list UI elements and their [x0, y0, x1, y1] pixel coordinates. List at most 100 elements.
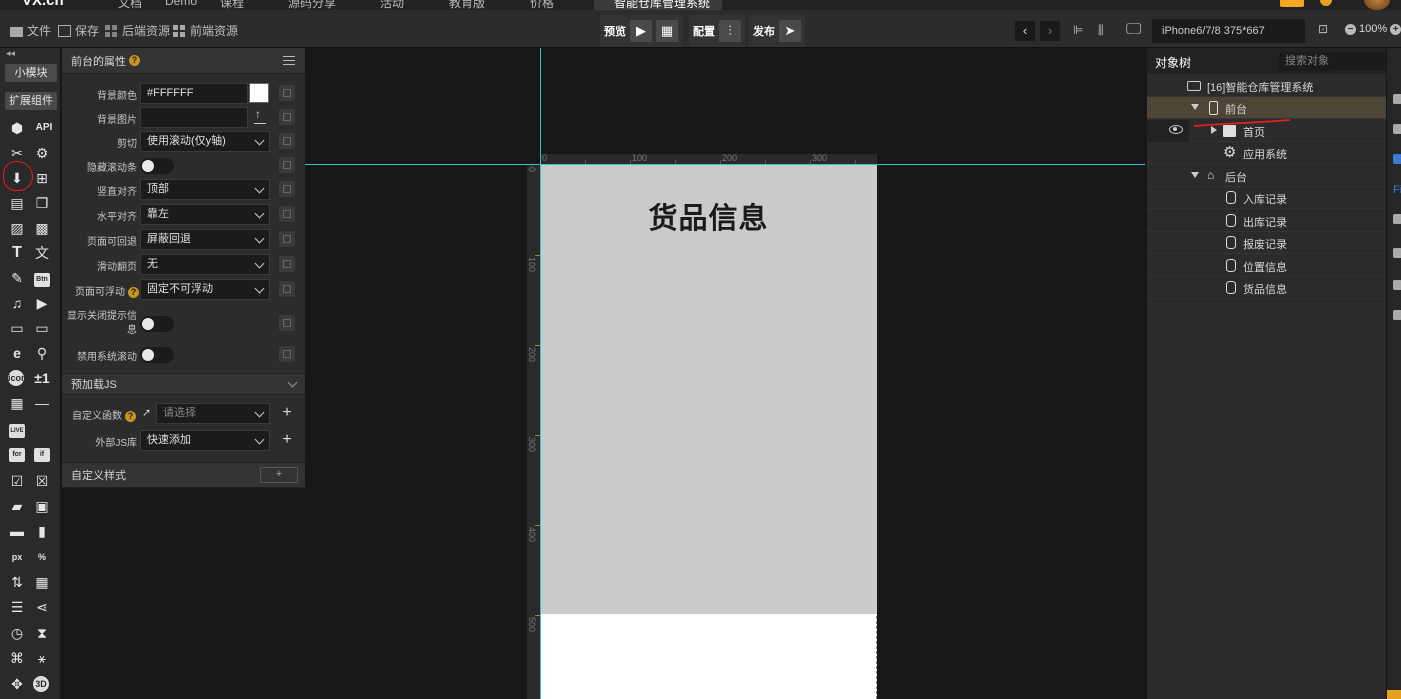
- panel-icon[interactable]: [1393, 94, 1401, 104]
- menu-icon[interactable]: [283, 56, 295, 65]
- cube-icon[interactable]: ⬢: [8, 119, 26, 137]
- list-icon[interactable]: ☰: [8, 598, 26, 616]
- bg-image-input[interactable]: [140, 107, 248, 128]
- map-icon[interactable]: ⚲: [33, 344, 51, 362]
- edit-icon[interactable]: ✎: [8, 269, 26, 287]
- tree-item-location[interactable]: 位置信息: [1147, 255, 1386, 277]
- copy-icon[interactable]: [279, 133, 295, 149]
- external-lib-select[interactable]: 快速添加: [140, 430, 270, 451]
- vx-logo[interactable]: VX.cn: [22, 0, 64, 9]
- text-icon[interactable]: T: [8, 244, 26, 262]
- avatar[interactable]: [1364, 0, 1390, 10]
- upgrade-button[interactable]: [1280, 0, 1304, 7]
- swipe-page-select[interactable]: 无: [140, 254, 270, 275]
- close-tip-toggle[interactable]: [140, 316, 174, 332]
- form-icon[interactable]: ☑: [8, 472, 26, 490]
- counter-icon[interactable]: ±1: [33, 369, 51, 387]
- qrcode-icon[interactable]: ▦: [8, 394, 26, 412]
- eye-icon[interactable]: [1169, 125, 1183, 134]
- tree-item-root[interactable]: [16]智能仓库管理系统: [1147, 75, 1386, 97]
- timeline-icon[interactable]: ⌘: [8, 649, 26, 667]
- calendar-icon[interactable]: ▤: [8, 194, 26, 212]
- font-panel-icon[interactable]: Fi: [1393, 184, 1401, 196]
- disable-scroll-toggle[interactable]: [140, 347, 174, 363]
- close-box-icon[interactable]: ☒: [33, 472, 51, 490]
- file-menu[interactable]: 文件: [10, 22, 51, 39]
- collapse-icon[interactable]: ◂◂: [6, 48, 15, 59]
- expand-arrow-icon[interactable]: [1211, 126, 1217, 134]
- add-function-button[interactable]: +: [279, 405, 295, 421]
- page-back-select[interactable]: 屏蔽回退: [140, 229, 270, 250]
- copy-icon[interactable]: [279, 315, 295, 331]
- tree-chart-icon[interactable]: ⚹: [33, 649, 51, 667]
- tree-item-scrap[interactable]: 报废记录: [1147, 232, 1386, 254]
- tab-object-tree[interactable]: 对象树: [1155, 54, 1191, 71]
- nav-education[interactable]: 教育版: [449, 0, 485, 10]
- play-icon[interactable]: ▶: [630, 20, 652, 42]
- textarea-icon[interactable]: ▭: [33, 319, 51, 337]
- ext-components-button[interactable]: 扩展组件: [5, 92, 57, 110]
- help-icon[interactable]: ?: [125, 411, 136, 422]
- live-icon[interactable]: LIVE: [9, 424, 25, 438]
- music-icon[interactable]: ♫: [8, 294, 26, 312]
- page-title[interactable]: 货品信息: [540, 195, 877, 237]
- page-float-select[interactable]: 固定不可浮动: [140, 279, 270, 300]
- move-icon[interactable]: ✥: [8, 675, 26, 693]
- help-icon[interactable]: ?: [129, 55, 140, 66]
- add-style-button[interactable]: +: [260, 467, 298, 483]
- nav-docs[interactable]: 文档: [118, 0, 142, 10]
- copy-icon[interactable]: [279, 206, 295, 222]
- percent-unit-icon[interactable]: %: [33, 548, 51, 566]
- copy-icon[interactable]: ❐: [33, 194, 51, 212]
- hide-scrollbar-toggle[interactable]: [140, 158, 174, 174]
- frontend-resources-button[interactable]: 前端资源: [173, 22, 238, 39]
- send-icon[interactable]: ➤: [779, 20, 801, 42]
- backend-resources-button[interactable]: 后端资源: [105, 22, 170, 39]
- tree-search-input[interactable]: 搜索对象: [1279, 52, 1387, 71]
- panel-icon[interactable]: [1393, 124, 1401, 134]
- clip-select[interactable]: 使用滚动(仅y轴): [140, 131, 270, 152]
- card-icon[interactable]: ▰: [8, 497, 26, 515]
- image-icon[interactable]: ▨: [8, 219, 26, 237]
- phone-page[interactable]: 货品信息: [540, 165, 877, 699]
- sort-icon[interactable]: ⇅: [8, 573, 26, 591]
- hourglass-icon[interactable]: ⧗: [33, 624, 51, 642]
- redo-button[interactable]: ›: [1040, 21, 1060, 41]
- help-icon[interactable]: ?: [128, 287, 139, 298]
- expand-arrow-icon[interactable]: [1191, 172, 1199, 178]
- panel-icon[interactable]: [1393, 154, 1401, 164]
- window-icon[interactable]: ▣: [33, 497, 51, 515]
- browser-icon[interactable]: e: [8, 344, 26, 362]
- expand-arrow-icon[interactable]: [1191, 104, 1199, 110]
- tree-item-goods[interactable]: 货品信息: [1147, 277, 1386, 299]
- align-center-icon[interactable]: ⫼: [1098, 23, 1104, 38]
- clock-icon[interactable]: ◷: [8, 624, 26, 642]
- fit-screen-icon[interactable]: ⊡: [1318, 22, 1328, 36]
- nav-pricing[interactable]: 价格: [530, 0, 554, 10]
- 3d-icon[interactable]: 3D: [33, 676, 49, 692]
- copy-icon[interactable]: [279, 281, 295, 297]
- api-icon[interactable]: API: [33, 119, 55, 137]
- icon-component-icon[interactable]: icon: [8, 370, 27, 386]
- horizontal-list-icon[interactable]: ▬: [8, 522, 26, 540]
- copy-icon[interactable]: [279, 346, 295, 362]
- input-icon[interactable]: ▭: [8, 319, 26, 337]
- tree-item-app-system[interactable]: ⚙ 应用系统: [1147, 142, 1386, 164]
- video-icon[interactable]: ▶: [33, 294, 51, 312]
- tree-item-outbound[interactable]: 出库记录: [1147, 210, 1386, 232]
- share-icon[interactable]: ⋖: [33, 598, 51, 616]
- copy-icon[interactable]: [279, 181, 295, 197]
- undo-button[interactable]: ‹: [1015, 21, 1035, 41]
- panel-icon[interactable]: [1393, 214, 1401, 224]
- gear-icon[interactable]: ⚙: [33, 144, 51, 162]
- save-button[interactable]: 保存: [58, 22, 99, 39]
- vertical-align-select[interactable]: 顶部: [140, 179, 270, 200]
- design-canvas[interactable]: 0 100 200 300 0 100 200 300 400 500 货品信息: [305, 48, 1145, 699]
- color-swatch[interactable]: [249, 83, 269, 103]
- align-left-icon[interactable]: ⊫: [1073, 23, 1083, 37]
- translate-icon[interactable]: 文: [33, 244, 51, 262]
- sliders-icon[interactable]: ⫶: [719, 20, 741, 42]
- zoom-in-icon[interactable]: +: [1390, 23, 1401, 35]
- add-lib-button[interactable]: +: [279, 432, 295, 448]
- upload-icon[interactable]: [254, 107, 266, 124]
